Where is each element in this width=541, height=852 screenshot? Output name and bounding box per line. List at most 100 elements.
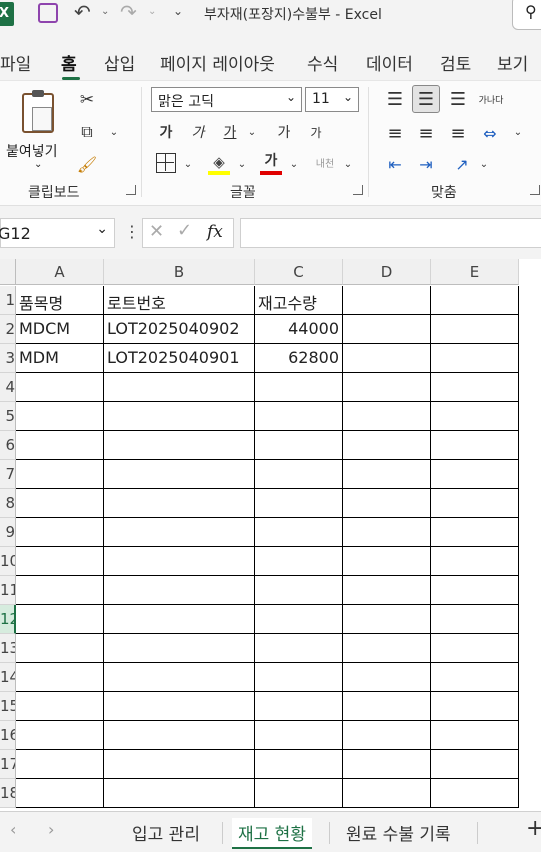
row-header[interactable]: 6 <box>0 431 16 460</box>
cell-d13[interactable] <box>343 634 431 663</box>
add-sheet-button[interactable]: + <box>526 816 541 841</box>
cell-a16[interactable] <box>16 721 104 750</box>
cell-e10[interactable] <box>431 547 519 576</box>
tab-page-layout[interactable]: 페이지 레이아웃 <box>160 50 275 75</box>
cell-a14[interactable] <box>16 663 104 692</box>
cell-c16[interactable] <box>255 721 343 750</box>
cell-e13[interactable] <box>431 634 519 663</box>
cell-e18[interactable] <box>431 779 519 808</box>
font-size-select[interactable]: 11 ⌄ <box>305 87 359 112</box>
text-orientation-icon[interactable]: 가나다 <box>478 87 504 111</box>
row-header[interactable]: 12 <box>0 605 16 634</box>
cell-b8[interactable] <box>104 489 255 518</box>
decrease-indent-icon[interactable]: ⇤ <box>383 153 407 175</box>
cell-b17[interactable] <box>104 750 255 779</box>
undo-dropdown-icon[interactable]: ⌄ <box>101 6 109 17</box>
cell-c18[interactable] <box>255 779 343 808</box>
row-header[interactable]: 3 <box>0 344 16 373</box>
cell-e5[interactable] <box>431 402 519 431</box>
tab-file[interactable]: 파일 <box>0 50 31 75</box>
select-all-corner[interactable] <box>0 259 16 285</box>
cell-e15[interactable] <box>431 692 519 721</box>
cell-a8[interactable] <box>16 489 104 518</box>
cell-e9[interactable] <box>431 518 519 547</box>
cell-b6[interactable] <box>104 431 255 460</box>
borders-icon[interactable] <box>156 153 176 173</box>
text-direction-icon[interactable]: ↗ <box>450 153 474 175</box>
cell-c1[interactable]: 재고수량 <box>255 286 343 315</box>
cell-b9[interactable] <box>104 518 255 547</box>
cell-b11[interactable] <box>104 576 255 605</box>
redo-dropdown-icon[interactable]: ⌄ <box>148 6 156 17</box>
cell-a17[interactable] <box>16 750 104 779</box>
cell-b2[interactable]: LOT2025040902 <box>104 315 255 344</box>
cell-d7[interactable] <box>343 460 431 489</box>
cell-d8[interactable] <box>343 489 431 518</box>
row-header[interactable]: 13 <box>0 634 16 663</box>
cell-b7[interactable] <box>104 460 255 489</box>
shrink-font-button[interactable]: 가 <box>306 121 326 143</box>
row-header[interactable]: 18 <box>0 779 16 808</box>
cell-d14[interactable] <box>343 663 431 692</box>
clipboard-launcher-icon[interactable] <box>126 185 136 195</box>
cell-a1[interactable]: 품목명 <box>16 286 104 315</box>
cell-a4[interactable] <box>16 373 104 402</box>
cell-b14[interactable] <box>104 663 255 692</box>
cell-e17[interactable] <box>431 750 519 779</box>
chevron-down-icon[interactable]: ⌄ <box>182 157 194 171</box>
cut-icon[interactable]: ✂ <box>76 89 98 111</box>
bold-button[interactable]: 가 <box>156 121 176 143</box>
column-header-e[interactable]: E <box>431 259 519 285</box>
cell-d12[interactable] <box>343 605 431 634</box>
sheet-tab-inbound[interactable]: 입고 관리 <box>126 818 206 847</box>
column-header-b[interactable]: B <box>104 259 255 285</box>
align-left-icon[interactable]: ≡ <box>383 121 407 145</box>
font-launcher-icon[interactable] <box>353 185 363 195</box>
cell-b13[interactable] <box>104 634 255 663</box>
prev-sheet-icon[interactable]: ‹ <box>10 820 16 839</box>
cell-c3[interactable]: 62800 <box>255 344 343 373</box>
sheet-tab-material-log[interactable]: 원료 수불 기록 <box>340 818 457 847</box>
chevron-down-icon[interactable]: ⌄ <box>246 125 258 139</box>
tab-view[interactable]: 보기 <box>497 50 528 75</box>
cell-c13[interactable] <box>255 634 343 663</box>
sheet-tab-inventory[interactable]: 재고 현황 <box>232 818 312 849</box>
cell-d11[interactable] <box>343 576 431 605</box>
cell-c14[interactable] <box>255 663 343 692</box>
merge-center-icon[interactable]: ⇔ <box>478 121 502 145</box>
cell-b18[interactable] <box>104 779 255 808</box>
font-color-button[interactable]: 가 <box>260 149 282 171</box>
redo-icon[interactable]: ↷ <box>120 0 137 24</box>
cell-e4[interactable] <box>431 373 519 402</box>
format-painter-icon[interactable]: 🖌 <box>76 153 98 175</box>
cell-a5[interactable] <box>16 402 104 431</box>
cell-e11[interactable] <box>431 576 519 605</box>
cell-e3[interactable] <box>431 344 519 373</box>
cell-c4[interactable] <box>255 373 343 402</box>
row-header[interactable]: 17 <box>0 750 16 779</box>
cell-e6[interactable] <box>431 431 519 460</box>
cell-a2[interactable]: MDCM <box>16 315 104 344</box>
cell-a7[interactable] <box>16 460 104 489</box>
cell-b1[interactable]: 로트번호 <box>104 286 255 315</box>
cell-b3[interactable]: LOT2025040901 <box>104 344 255 373</box>
insert-function-button[interactable]: fx <box>207 222 223 242</box>
row-header[interactable]: 8 <box>0 489 16 518</box>
cell-d15[interactable] <box>343 692 431 721</box>
cell-d9[interactable] <box>343 518 431 547</box>
cell-d2[interactable] <box>343 315 431 344</box>
tab-review[interactable]: 검토 <box>440 50 471 75</box>
cell-a13[interactable] <box>16 634 104 663</box>
enter-icon[interactable]: ✓ <box>177 220 192 241</box>
copy-icon[interactable]: ⧉ <box>76 121 98 143</box>
font-name-select[interactable]: 맑은 고딕 ⌄ <box>151 87 302 112</box>
cell-d5[interactable] <box>343 402 431 431</box>
cell-e2[interactable] <box>431 315 519 344</box>
cell-d10[interactable] <box>343 547 431 576</box>
align-right-icon[interactable]: ≡ <box>446 121 470 145</box>
row-header[interactable]: 7 <box>0 460 16 489</box>
cell-d6[interactable] <box>343 431 431 460</box>
align-middle-icon[interactable]: ☰ <box>412 85 440 113</box>
cell-c9[interactable] <box>255 518 343 547</box>
row-header[interactable]: 11 <box>0 576 16 605</box>
